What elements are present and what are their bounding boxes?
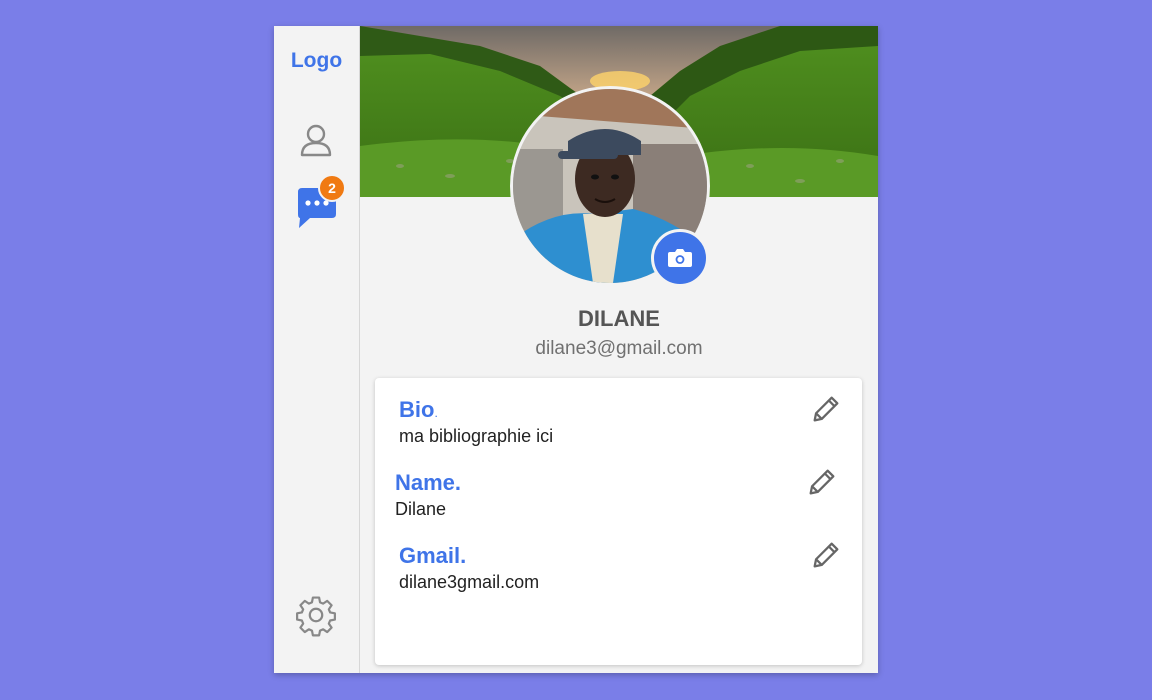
- bio-field: Bio. ma bibliographie ici: [399, 397, 839, 447]
- change-photo-button[interactable]: [651, 229, 709, 287]
- camera-icon: [668, 249, 692, 267]
- name-value: Dilane: [395, 499, 447, 519]
- profile-email: dilane3@gmail.com: [535, 338, 703, 359]
- main-panel: DILANE dilane3@gmail.com Bio. ma bibliog…: [360, 26, 878, 673]
- profile-details-card: Bio. ma bibliographie ici Name. Dilane G…: [375, 378, 862, 665]
- name-field: Name. Dilane: [395, 470, 835, 520]
- edit-gmail-button[interactable]: [809, 538, 843, 572]
- pencil-icon: [813, 396, 839, 422]
- gmail-field: Gmail. dilane3gmail.com: [399, 543, 839, 593]
- name-label: Name.: [395, 470, 462, 495]
- bio-value: ma bibliographie ici: [399, 426, 554, 446]
- gmail-value: dilane3gmail.com: [399, 572, 540, 592]
- user-icon[interactable]: [294, 119, 338, 163]
- gear-icon[interactable]: [294, 593, 338, 637]
- edit-name-button[interactable]: [805, 465, 839, 499]
- notification-badge: 2: [318, 174, 346, 202]
- logo[interactable]: Logo: [274, 49, 359, 73]
- gmail-label: Gmail.: [399, 543, 467, 568]
- bio-label: Bio.: [399, 397, 839, 423]
- bio-label-dot: .: [434, 406, 438, 420]
- pencil-icon: [813, 542, 839, 568]
- bio-label-text: Bio: [399, 397, 435, 422]
- sidebar: Logo 2: [274, 26, 360, 673]
- profile-name: DILANE: [578, 306, 660, 331]
- edit-bio-button[interactable]: [809, 392, 843, 426]
- pencil-icon: [809, 469, 835, 495]
- profile-app: Logo 2 DILANE dilane3@gmail.com Bio. ma …: [274, 26, 878, 673]
- chat-icon[interactable]: 2: [294, 174, 346, 228]
